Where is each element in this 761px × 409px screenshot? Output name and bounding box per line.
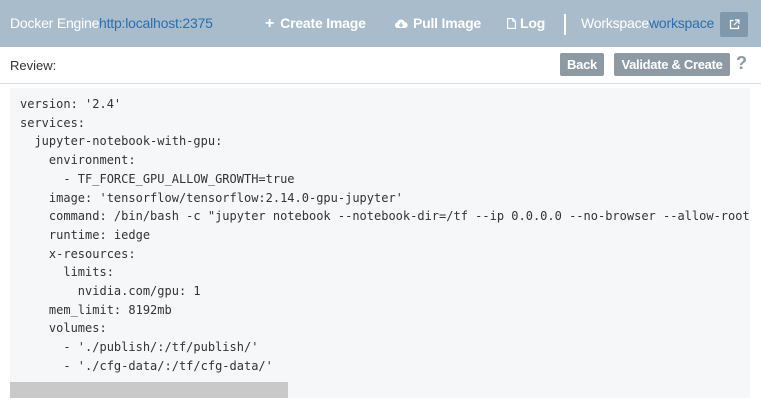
code-line: volumes: — [20, 321, 107, 336]
code-line: - './publish/:/tf/publish/' — [20, 340, 259, 355]
workspace-label: Workspace: — [581, 15, 653, 31]
review-toolbar: Review: Back Validate & Create ? — [0, 47, 761, 84]
code-line: nvidia.com/gpu: 1 — [20, 284, 201, 299]
create-image-button[interactable]: + Create Image — [265, 15, 366, 33]
header-divider — [564, 14, 566, 35]
help-icon[interactable]: ? — [736, 53, 747, 74]
compose-code: version: '2.4' services: jupyter-noteboo… — [20, 95, 750, 376]
cloud-download-icon — [394, 17, 408, 33]
docker-engine-url[interactable]: http:localhost:2375 — [99, 15, 213, 31]
file-icon — [507, 16, 516, 32]
code-line: services: — [20, 115, 86, 130]
plus-icon: + — [265, 15, 275, 32]
code-line: command: /bin/bash -c "jupyter notebook … — [20, 209, 750, 224]
compose-review-editor[interactable]: version: '2.4' services: jupyter-noteboo… — [10, 88, 750, 398]
open-external-button[interactable] — [720, 12, 748, 37]
code-line: jupyter-notebook-with-gpu: — [20, 134, 223, 149]
review-label: Review: — [10, 58, 57, 73]
code-line: version: '2.4' — [20, 97, 122, 111]
external-link-icon — [729, 19, 740, 30]
validate-create-button[interactable]: Validate & Create — [614, 53, 730, 76]
pull-image-label: Pull Image — [413, 15, 482, 31]
code-line: - './cfg-data/:/tf/cfg-data/' — [20, 358, 273, 373]
workspace-value[interactable]: workspace — [649, 15, 714, 31]
code-line: - TF_FORCE_GPU_ALLOW_GROWTH=true — [20, 171, 295, 186]
back-button[interactable]: Back — [560, 53, 604, 76]
top-bar: Docker Engine: http:localhost:2375 + Crea… — [0, 0, 761, 47]
horizontal-scrollbar-thumb[interactable] — [10, 382, 288, 398]
log-button[interactable]: Log — [507, 15, 545, 32]
code-line: mem_limit: 8192mb — [20, 302, 172, 317]
create-image-label: Create Image — [280, 15, 366, 31]
pull-image-button[interactable]: Pull Image — [394, 15, 481, 33]
docker-engine-label: Docker Engine: — [10, 15, 103, 31]
code-line: environment: — [20, 153, 136, 168]
code-line: image: 'tensorflow/tensorflow:2.14.0-gpu… — [20, 190, 403, 205]
code-line: x-resources: — [20, 246, 136, 261]
log-label: Log — [520, 15, 546, 31]
code-line: limits: — [20, 265, 114, 280]
code-line: runtime: iedge — [20, 227, 151, 242]
